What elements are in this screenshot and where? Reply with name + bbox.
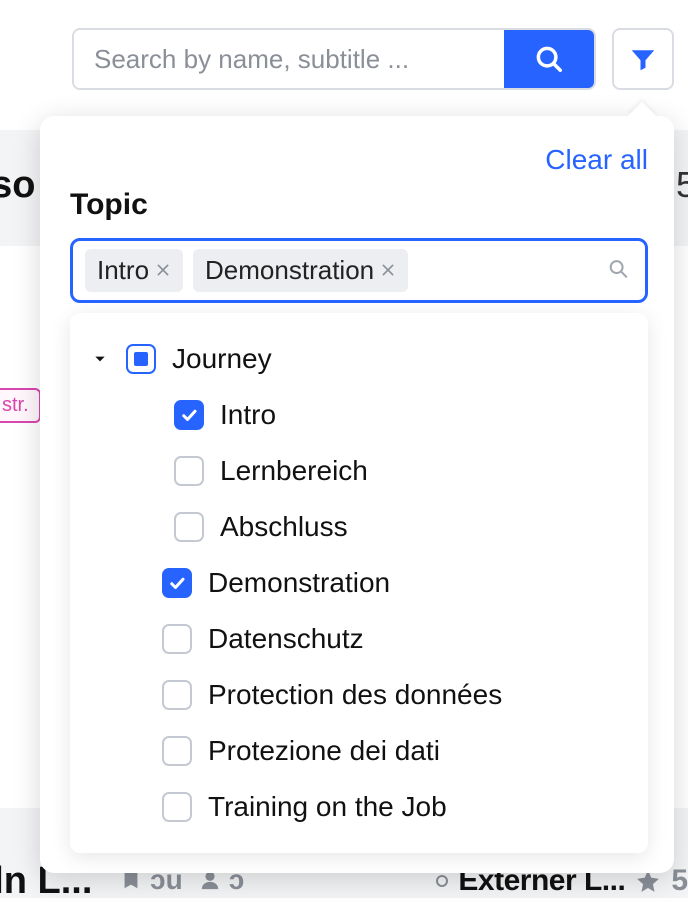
clear-all-link[interactable]: Clear all xyxy=(545,144,648,175)
tree-item-journey[interactable]: Journey xyxy=(90,331,628,387)
checkbox-unchecked[interactable] xyxy=(162,680,192,710)
checkbox-unchecked[interactable] xyxy=(162,736,192,766)
topic-chip-input[interactable]: Intro Demonstration xyxy=(70,238,648,303)
bg-count-fragment: 5 xyxy=(676,164,688,206)
search-combo xyxy=(72,28,596,90)
tree-item-label: Abschluss xyxy=(220,511,348,543)
search-input[interactable] xyxy=(74,30,504,88)
tree-item-label: Intro xyxy=(220,399,276,431)
tree-item-label: Lernbereich xyxy=(220,455,368,487)
checkbox-unchecked[interactable] xyxy=(174,512,204,542)
tree-item-label: Protection des données xyxy=(208,679,502,711)
check-icon xyxy=(180,406,198,424)
chip-search-icon xyxy=(607,257,629,284)
tree-item-training-job[interactable]: Training on the Job xyxy=(90,779,628,835)
bg-card-title-fragment: ɔsᴏ xyxy=(0,164,35,207)
topic-tree: Journey Intro Lernbereich Abschluss Demo… xyxy=(70,313,648,853)
checkbox-checked[interactable] xyxy=(162,568,192,598)
checkbox-indeterminate[interactable] xyxy=(126,344,156,374)
tree-item-abschluss[interactable]: Abschluss xyxy=(90,499,628,555)
search-icon xyxy=(534,44,564,74)
tree-item-intro[interactable]: Intro xyxy=(90,387,628,443)
tree-item-protezione-it[interactable]: Protezione dei dati xyxy=(90,723,628,779)
funnel-icon xyxy=(628,44,658,74)
chip-remove-icon[interactable] xyxy=(155,260,171,282)
filter-popover: Clear all Topic Intro Demonstration xyxy=(40,116,674,873)
tree-item-lernbereich[interactable]: Lernbereich xyxy=(90,443,628,499)
checkbox-unchecked[interactable] xyxy=(174,456,204,486)
tree-item-datenschutz[interactable]: Datenschutz xyxy=(90,611,628,667)
status-dot-icon xyxy=(436,875,448,887)
bg-tag-fragment: str. xyxy=(0,388,41,423)
filter-button[interactable] xyxy=(612,28,674,90)
expand-toggle-icon[interactable] xyxy=(90,352,110,366)
checkbox-unchecked[interactable] xyxy=(162,792,192,822)
checkbox-unchecked[interactable] xyxy=(162,624,192,654)
chip-intro: Intro xyxy=(85,249,183,292)
chip-label: Demonstration xyxy=(205,255,374,286)
chip-label: Intro xyxy=(97,255,149,286)
tree-item-demonstration[interactable]: Demonstration xyxy=(90,555,628,611)
checkbox-checked[interactable] xyxy=(174,400,204,430)
tree-item-protection-fr[interactable]: Protection des données xyxy=(90,667,628,723)
search-button[interactable] xyxy=(504,30,594,88)
chip-demonstration: Demonstration xyxy=(193,249,408,292)
tree-item-label: Protezione dei dati xyxy=(208,735,440,767)
check-icon xyxy=(168,574,186,592)
tree-item-label: Demonstration xyxy=(208,567,390,599)
tree-item-label: Datenschutz xyxy=(208,623,364,655)
tree-item-label: Journey xyxy=(172,343,272,375)
filter-section-title: Topic xyxy=(70,188,648,222)
tree-item-label: Training on the Job xyxy=(208,791,447,823)
chip-remove-icon[interactable] xyxy=(380,260,396,282)
